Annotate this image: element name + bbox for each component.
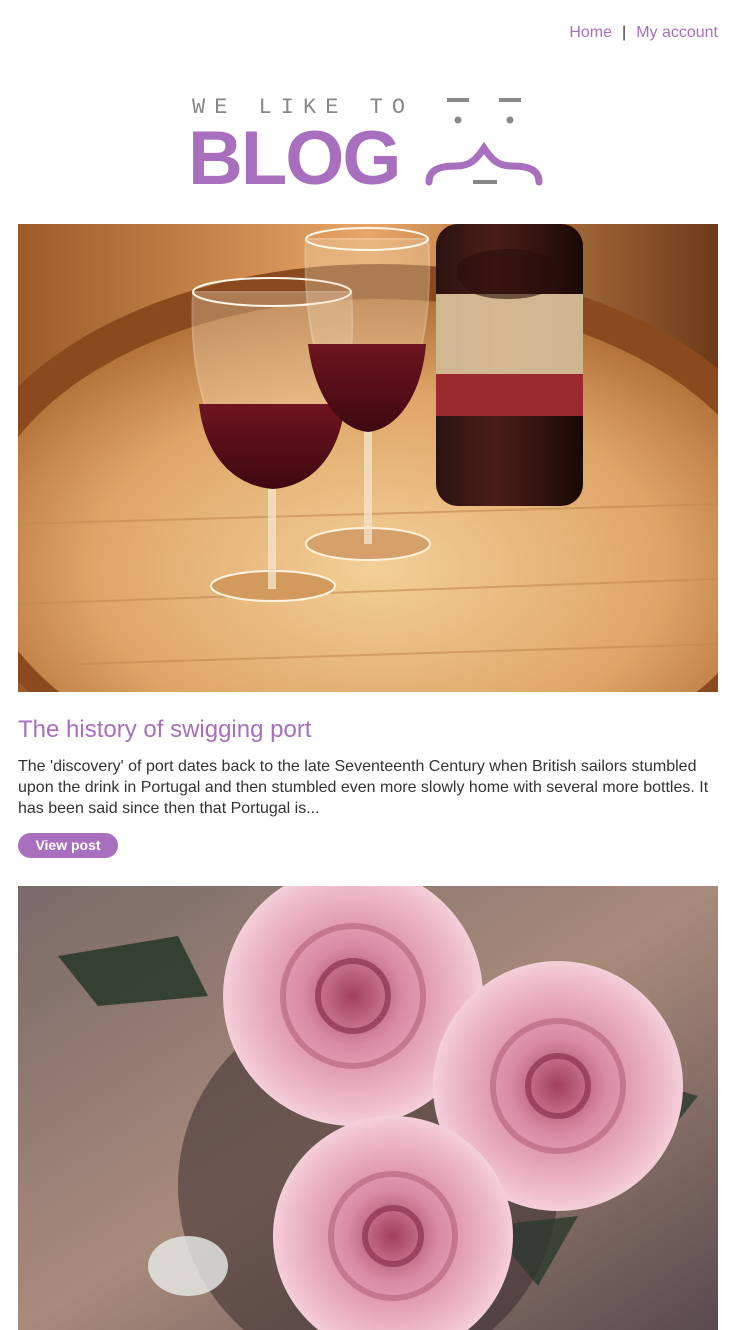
logo-graphic: WE LIKE TO BLOG xyxy=(188,95,543,201)
nav-separator: | xyxy=(622,24,627,41)
post-excerpt: The 'discovery' of port dates back to th… xyxy=(18,758,709,817)
site-logo[interactable]: WE LIKE TO BLOG xyxy=(186,90,556,201)
post-title[interactable]: The history of swigging port xyxy=(18,715,311,745)
post-image-wine[interactable] xyxy=(18,224,718,692)
top-nav: Home | My account xyxy=(569,22,718,44)
logo-face-icon xyxy=(425,98,543,186)
wine-photo xyxy=(18,224,718,692)
my-account-link[interactable]: My account xyxy=(636,24,718,41)
logo-wordmark: BLOG xyxy=(188,116,400,195)
home-link[interactable]: Home xyxy=(569,24,612,41)
roses-photo xyxy=(18,886,718,1330)
view-post-button[interactable]: View post xyxy=(18,833,118,858)
post-image-roses[interactable] xyxy=(18,886,718,1330)
